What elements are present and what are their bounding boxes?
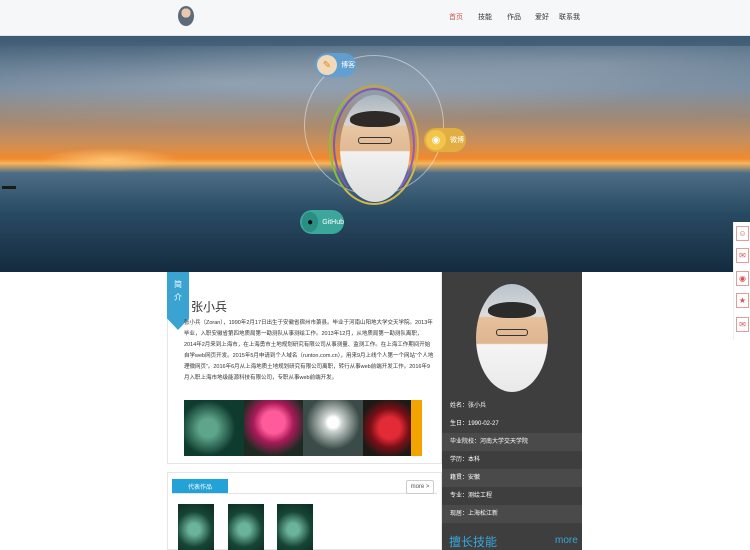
info-row-hometown: 籍贯：安徽 <box>442 469 582 487</box>
blog-label: 博客 <box>341 62 355 69</box>
nav-avatar[interactable] <box>178 6 194 26</box>
email-share-icon[interactable]: ✉ <box>736 317 749 332</box>
weibo-share-icon[interactable]: ◉ <box>736 271 749 286</box>
photo-leaf[interactable] <box>184 400 244 456</box>
blog-icon: ✎ <box>317 55 337 75</box>
github-label: GitHub <box>322 218 344 226</box>
banner-sun-glow <box>40 148 180 172</box>
hero-avatar <box>340 95 410 202</box>
github-icon: ● <box>302 212 319 232</box>
nav-link-hobbies[interactable]: 爱好 <box>535 12 549 22</box>
info-row-residence: 现居：上海松江新 <box>442 505 582 523</box>
nav-link-contact[interactable]: 联系我 <box>559 12 580 22</box>
works-more-button[interactable]: more > <box>406 480 434 494</box>
blog-bubble[interactable]: ✎ 博客 <box>315 53 356 77</box>
skills-title: 擅长技能 <box>449 535 498 549</box>
nav-link-skills[interactable]: 技能 <box>478 12 492 22</box>
info-avatar <box>476 284 548 392</box>
weibo-label: 微博 <box>450 137 464 144</box>
avatar-hair <box>350 111 400 127</box>
work-thumbnail[interactable] <box>178 504 214 550</box>
avatar-glasses <box>358 137 392 144</box>
profile-name: 张小兵 <box>191 300 228 314</box>
nav-link-home[interactable]: 首页 <box>449 12 463 22</box>
wechat-share-icon[interactable]: ✉ <box>736 248 749 263</box>
works-divider <box>172 493 437 494</box>
weibo-icon: ◉ <box>426 130 446 150</box>
info-row-name: 姓名：张小兵 <box>450 403 487 409</box>
photo-strip <box>184 400 422 456</box>
info-avatar-glasses <box>496 329 528 336</box>
qzone-share-icon[interactable]: ★ <box>736 293 749 308</box>
photo-flower-white[interactable] <box>303 400 363 456</box>
banner-boat <box>2 186 16 189</box>
github-bubble[interactable]: ● GitHub <box>300 210 344 234</box>
info-row-birthday: 生日：1990-02-27 <box>450 421 499 427</box>
works-title: 代表作品 <box>172 479 228 493</box>
intro-tab-char-1: 简 <box>174 280 182 289</box>
qq-share-icon[interactable]: ☺ <box>736 226 749 241</box>
info-avatar-hair <box>488 302 536 318</box>
share-toolbar: ☺ ✉ ◉ ★ ✉ <box>733 222 750 340</box>
info-row-degree: 学历：本科 <box>450 457 481 463</box>
profile-bio: 张小兵（Zoran），1990年2月17日出生于安徽省宿州市萧县。毕业于河南山阳… <box>184 320 434 381</box>
work-thumbnail[interactable] <box>228 504 264 550</box>
top-navigation: 首页 技能 作品 爱好 联系我 <box>0 0 750 36</box>
weibo-bubble[interactable]: ◉ 微博 <box>424 128 466 152</box>
work-thumbnail[interactable] <box>277 504 313 550</box>
photo-flower-pink[interactable] <box>243 400 303 456</box>
photo-strip-edge <box>411 400 422 456</box>
info-row-major: 专业：测绘工程 <box>450 493 493 499</box>
skills-more-link[interactable]: more <box>555 535 578 546</box>
intro-tab-char-2: 介 <box>174 293 182 302</box>
info-row-school: 毕业院校：河南大学交天学院 <box>442 433 582 451</box>
nav-link-works[interactable]: 作品 <box>507 12 521 22</box>
